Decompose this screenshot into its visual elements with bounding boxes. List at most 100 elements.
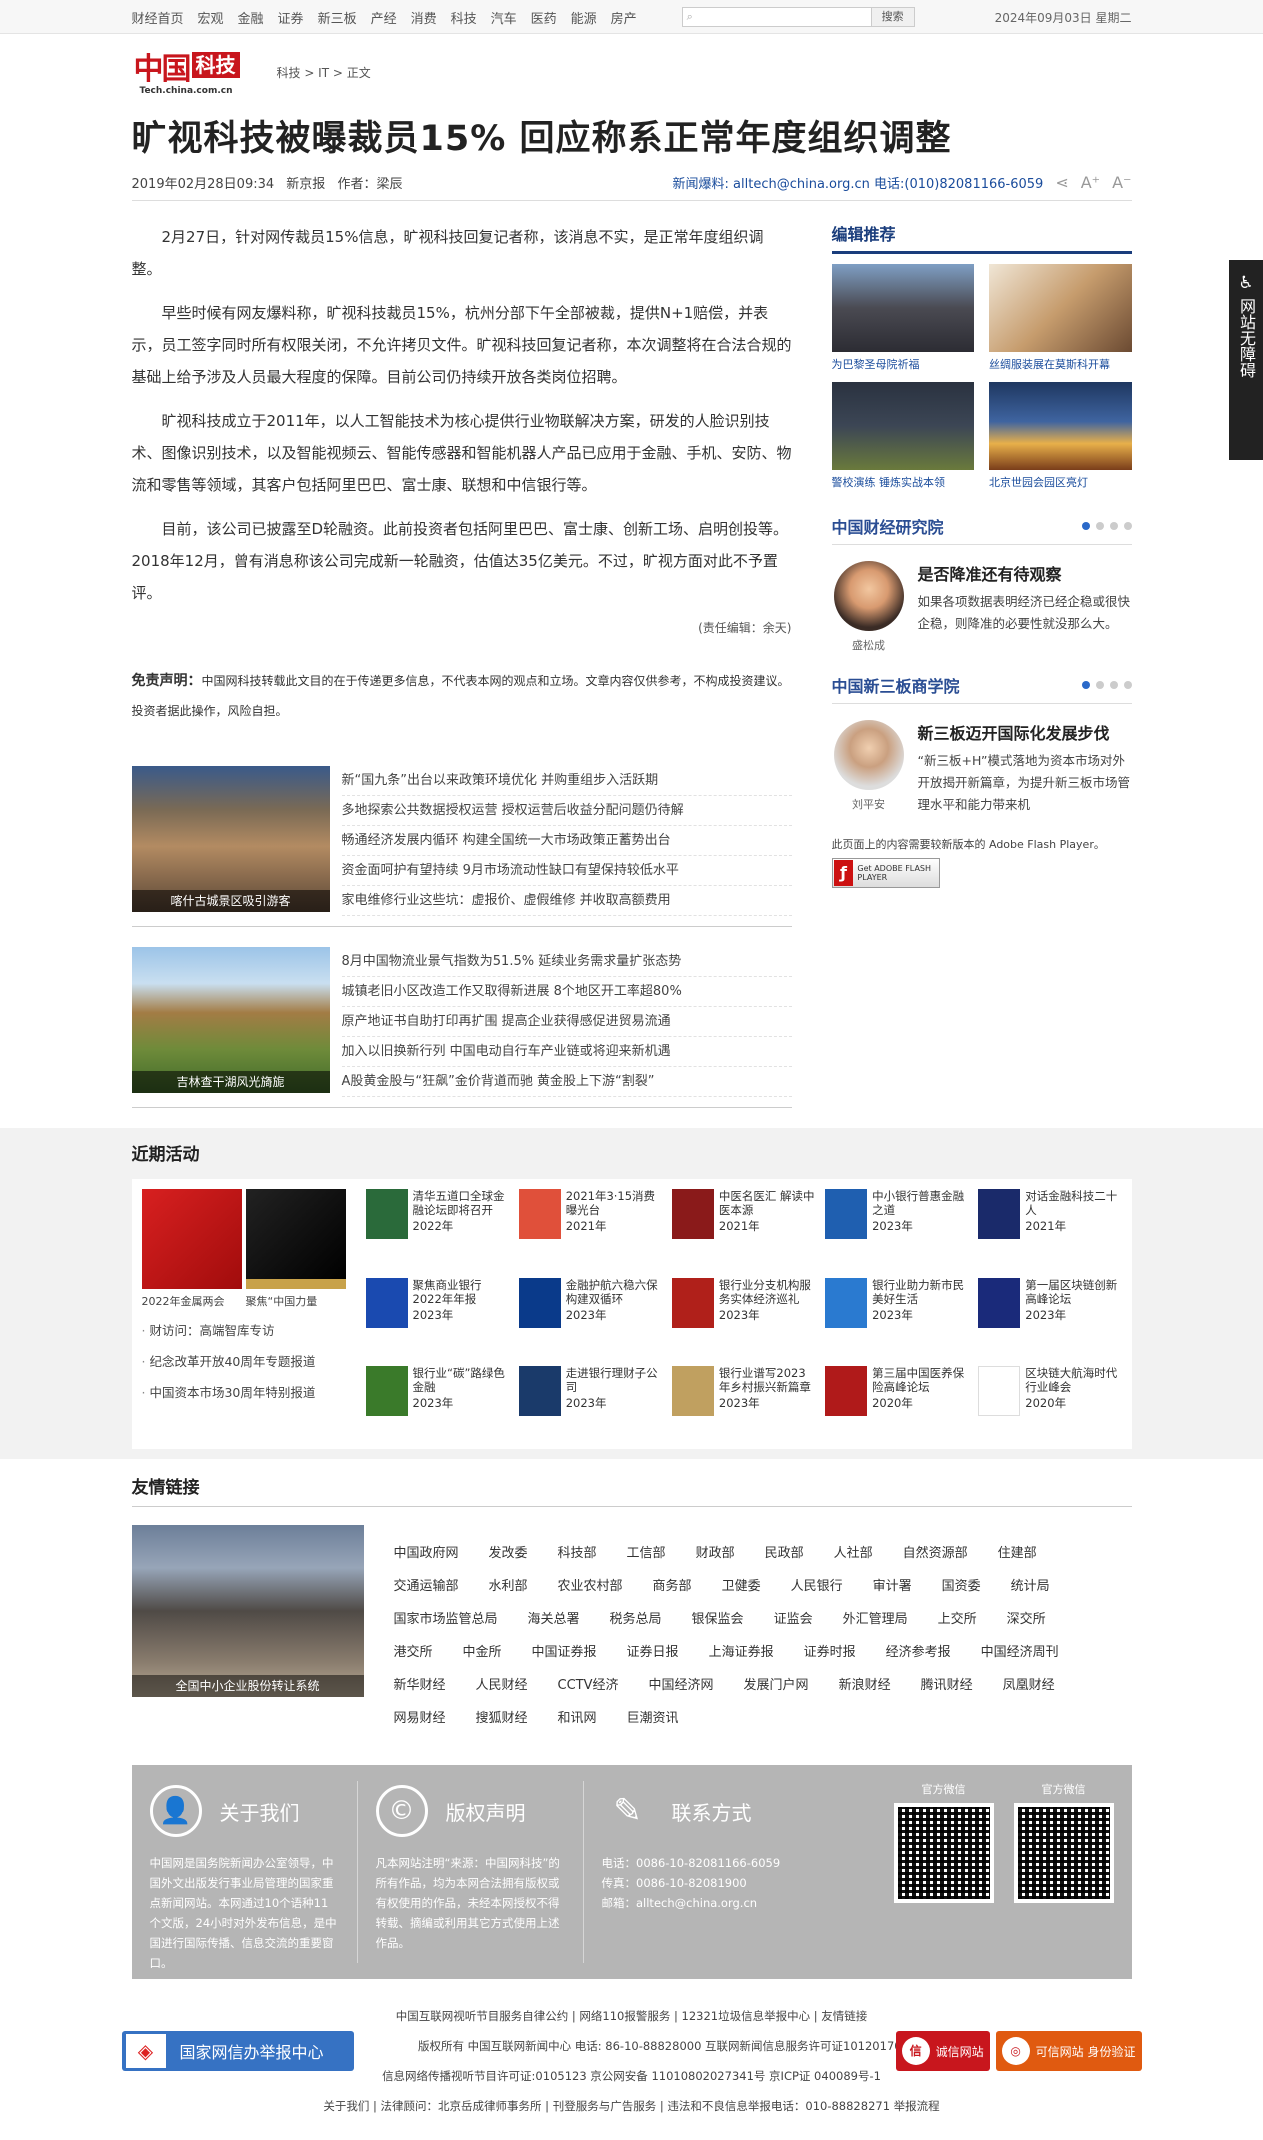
topnav-item[interactable]: 医药 <box>531 8 557 27</box>
news-link[interactable]: 家电维修行业这些坑：虚报价、虚假维修 并收取高额费用 <box>341 886 792 916</box>
activity-item[interactable]: 第一届区块链创新高峰论坛 2023年 <box>978 1277 1121 1351</box>
activity-title[interactable]: 银行业分支机构服务实体经济巡礼 <box>719 1278 815 1306</box>
friendly-link[interactable]: 交通运输部 <box>394 1570 459 1603</box>
activity-item[interactable]: 对话金融科技二十人 2021年 <box>978 1189 1121 1262</box>
accessibility-toggle[interactable]: ♿ 网站无障碍 <box>1229 260 1263 460</box>
activity-title[interactable]: 第三届中国医养保险高峰论坛 <box>872 1366 968 1394</box>
friendly-link[interactable]: 自然资源部 <box>903 1537 968 1570</box>
news-link[interactable]: 加入以旧换新行列 中国电动自行车产业链或将迎来新机遇 <box>341 1037 792 1067</box>
research-card[interactable]: 盛松成 是否降准还有待观察 如果各项数据表明经济已经企稳或很快企稳，则降准的必要性… <box>832 561 1132 653</box>
topnav-item[interactable]: 财经首页 <box>132 8 184 27</box>
breadcrumb[interactable]: 科技 > IT > 正文 <box>277 64 371 81</box>
activity-item[interactable]: 金融护航六稳六保 构建双循环 2023年 <box>518 1277 662 1351</box>
activity-thumbnail[interactable] <box>365 1277 408 1328</box>
editor-pick-item[interactable]: 丝绸服装展在莫斯科开幕 <box>989 264 1132 372</box>
friendly-link[interactable]: 国家市场监管总局 <box>394 1603 498 1636</box>
friendly-link[interactable]: 国资委 <box>942 1570 981 1603</box>
carousel-dot[interactable] <box>1081 681 1090 689</box>
friendly-link[interactable]: 搜狐财经 <box>476 1702 528 1735</box>
activity-title[interactable]: 走进银行理财子公司 <box>566 1366 662 1394</box>
activity-title[interactable]: 银行业助力新市民美好生活 <box>872 1278 968 1306</box>
topnav-item[interactable]: 金融 <box>238 8 264 27</box>
friendly-link[interactable]: 上海证券报 <box>709 1636 774 1669</box>
friendly-link[interactable]: 财政部 <box>696 1537 735 1570</box>
activity-list-item[interactable]: 纪念改革开放40周年专题报道 <box>142 1346 352 1377</box>
trust-badge[interactable]: ◎ 可信网站 身份验证 <box>995 2031 1142 2071</box>
friendly-link[interactable]: 银保监会 <box>692 1603 744 1636</box>
share-icon[interactable]: ⋖ <box>1055 173 1068 192</box>
friendly-link[interactable]: 工信部 <box>627 1537 666 1570</box>
topnav-item[interactable]: 科技 <box>451 8 477 27</box>
activity-title[interactable]: 银行业谱写2023年乡村振兴新篇章 <box>719 1366 815 1394</box>
friendly-link[interactable]: 农业农村部 <box>558 1570 623 1603</box>
topnav-item[interactable]: 能源 <box>571 8 597 27</box>
activity-title[interactable]: 聚焦商业银行2022年年报 <box>413 1278 509 1306</box>
news-link[interactable]: 城镇老旧小区改造工作又取得新进展 8个地区开工率超80% <box>341 977 792 1007</box>
carousel-dot[interactable] <box>1095 522 1104 530</box>
footer-line[interactable]: 中国互联网视听节目服务自律公约 | 网络110报警服务 | 12321垃圾信息举… <box>132 2001 1132 2031</box>
topnav-item[interactable]: 新三板 <box>318 8 357 27</box>
friendly-link[interactable]: 人社部 <box>834 1537 873 1570</box>
friendly-link[interactable]: 住建部 <box>998 1537 1037 1570</box>
activity-list-item[interactable]: 中国资本市场30周年特别报道 <box>142 1377 352 1408</box>
search-input[interactable]: ⌕ <box>681 7 872 27</box>
activity-item[interactable]: 清华五道口全球金融论坛即将召开 2022年 <box>365 1189 509 1262</box>
activity-list-item[interactable]: 财访问：高端智库专访 <box>142 1315 352 1346</box>
friendly-link[interactable]: 民政部 <box>765 1537 804 1570</box>
editor-pick-photo[interactable] <box>989 264 1132 352</box>
activity-feature-caption[interactable]: 聚焦“中国力量 <box>246 1293 350 1309</box>
friendly-link[interactable]: 商务部 <box>653 1570 692 1603</box>
editor-pick-caption[interactable]: 丝绸服装展在莫斯科开幕 <box>989 356 1132 372</box>
activity-thumbnail[interactable] <box>518 1277 561 1328</box>
news-link[interactable]: A股黄金股与“狂飙”金价背道而驰 黄金股上下游“割裂” <box>341 1067 792 1097</box>
friendly-link[interactable]: 中金所 <box>463 1636 502 1669</box>
font-decrease-icon[interactable]: A⁻ <box>1112 173 1131 192</box>
activity-title[interactable]: 清华五道口全球金融论坛即将召开 <box>413 1189 509 1217</box>
site-logo[interactable]: 中国 科技 Tech.china.com.cn <box>132 46 250 96</box>
friendly-link[interactable]: 证券时报 <box>804 1636 856 1669</box>
friendly-link[interactable]: 新浪财经 <box>839 1669 891 1702</box>
activity-item[interactable]: 银行业分支机构服务实体经济巡礼 2023年 <box>671 1277 815 1351</box>
research-title[interactable]: 中国财经研究院 <box>832 514 944 538</box>
topnav-item[interactable]: 证券 <box>278 8 304 27</box>
friendly-link[interactable]: 中国经济网 <box>649 1669 714 1702</box>
friendly-link[interactable]: 发展门户网 <box>744 1669 809 1702</box>
activity-title[interactable]: 区块链大航海时代行业峰会 <box>1025 1366 1121 1394</box>
friendly-link[interactable]: 科技部 <box>558 1537 597 1570</box>
news-photo[interactable]: 吉林查干湖风光旖旎 <box>131 947 330 1093</box>
friendly-link[interactable]: 发改委 <box>489 1537 528 1570</box>
topnav-item[interactable]: 汽车 <box>491 8 517 27</box>
editor-pick-photo[interactable] <box>831 382 974 470</box>
friendly-link[interactable]: 中国经济周刊 <box>981 1636 1059 1669</box>
activity-title[interactable]: 金融护航六稳六保 构建双循环 <box>566 1278 662 1306</box>
friendly-link[interactable]: 证券日报 <box>627 1636 679 1669</box>
news-photo-caption[interactable]: 喀什古城景区吸引游客 <box>131 890 330 912</box>
activity-title[interactable]: 银行业“碳”路绿色金融 <box>413 1366 509 1394</box>
news-link[interactable]: 畅通经济发展内循环 构建全国统一大市场政策正蓄势出台 <box>341 826 792 856</box>
friendly-link[interactable]: 证监会 <box>774 1603 813 1636</box>
topnav-item[interactable]: 宏观 <box>198 8 224 27</box>
friendly-link[interactable]: 经济参考报 <box>886 1636 951 1669</box>
editor-pick-caption[interactable]: 北京世园会园区亮灯 <box>989 474 1132 490</box>
expert-headline[interactable]: 是否降准还有待观察 <box>918 561 1132 585</box>
activity-thumbnail[interactable] <box>671 1277 714 1328</box>
activity-title[interactable]: 中小银行普惠金融之道 <box>872 1189 968 1217</box>
activity-item[interactable]: 银行业谱写2023年乡村振兴新篇章 2023年 <box>671 1366 815 1439</box>
get-flash-button[interactable]: ƒ Get ADOBE FLASH PLAYER <box>831 858 940 888</box>
friendly-link[interactable]: 网易财经 <box>394 1702 446 1735</box>
friendly-link[interactable]: 水利部 <box>489 1570 528 1603</box>
activity-feature-caption[interactable]: 2022年金属两会 <box>142 1293 246 1309</box>
activity-thumbnail[interactable] <box>978 1277 1021 1328</box>
activity-title[interactable]: 2021年3·15消费曝光台 <box>566 1189 662 1217</box>
editor-pick-item[interactable]: 警校演练 锤炼实战本领 <box>831 382 974 490</box>
friendly-link[interactable]: 和讯网 <box>558 1702 597 1735</box>
friendly-link[interactable]: 深交所 <box>1007 1603 1046 1636</box>
carousel-dot[interactable] <box>1123 522 1132 530</box>
activity-thumbnail[interactable] <box>365 1366 408 1417</box>
friendly-link[interactable]: 巨潮资讯 <box>627 1702 679 1735</box>
editor-pick-item[interactable]: 北京世园会园区亮灯 <box>989 382 1132 490</box>
activity-title[interactable]: 对话金融科技二十人 <box>1025 1189 1121 1217</box>
activity-thumbnail[interactable] <box>825 1366 868 1417</box>
friendly-link[interactable]: 外汇管理局 <box>843 1603 908 1636</box>
carousel-dot[interactable] <box>1081 522 1090 530</box>
